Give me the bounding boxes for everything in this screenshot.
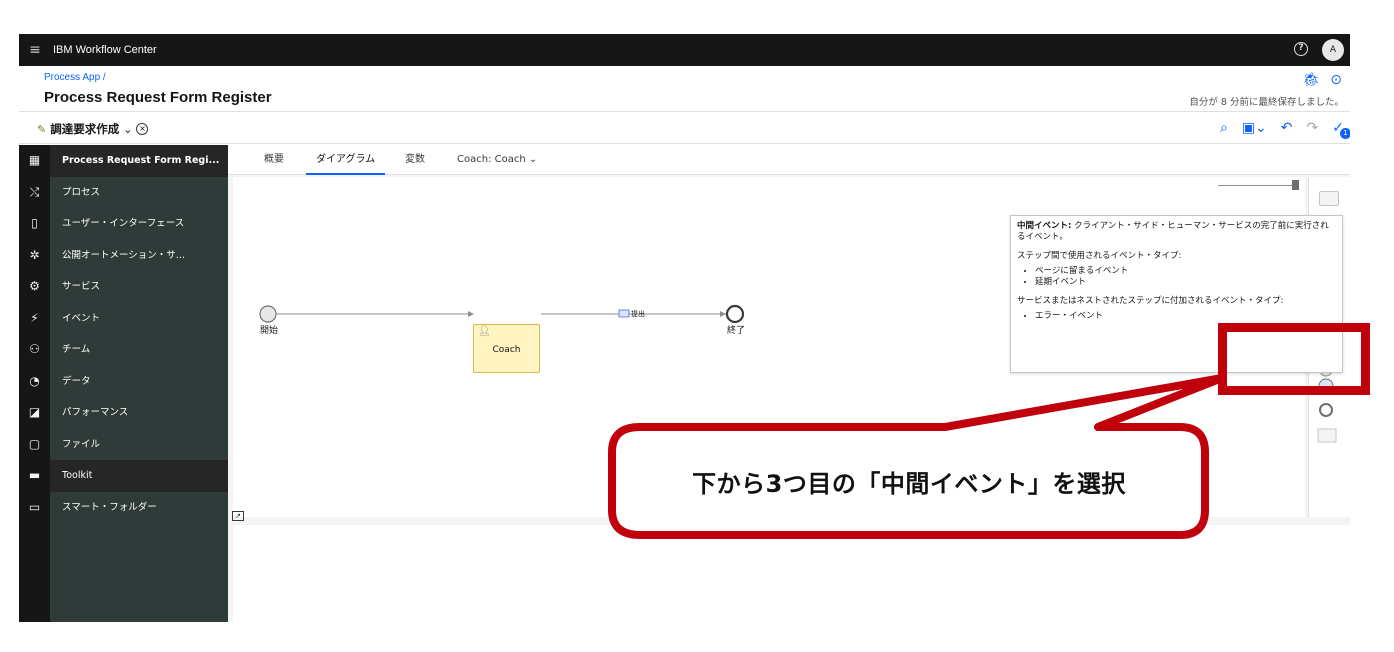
debug-icon[interactable]: 🐞︎ — [1302, 72, 1320, 88]
tab-variables[interactable]: 変数 — [405, 145, 425, 175]
tooltip-step-item: 延期イベント — [1035, 277, 1336, 288]
chevron-down-icon: ⌄ — [528, 154, 538, 165]
folder-icon[interactable]: ▭ — [19, 492, 50, 524]
validation-icon[interactable]: ✓ 1 — [1332, 120, 1350, 139]
submit-label: 提出 — [631, 310, 645, 318]
team-icon[interactable]: ⚇ — [19, 334, 50, 366]
library-nav: Process Request Form Regi... プロセス ユーザー・イ… — [50, 145, 228, 622]
nav-item-data[interactable]: データ — [50, 366, 228, 398]
start-event[interactable] — [259, 305, 277, 323]
callout-text: 下から3つ目の「中間イベント」を選択 — [692, 469, 1126, 498]
save-status: 自分が 8 分前に最終保存しました。 — [1189, 97, 1344, 108]
user-icon: 👤︎ — [478, 326, 491, 337]
avatar[interactable]: A — [1322, 39, 1344, 61]
nav-item-process[interactable]: プロセス — [50, 177, 228, 209]
undo-icon[interactable]: ↶ — [1281, 120, 1293, 136]
help-icon[interactable]: ? — [1294, 42, 1308, 56]
redo-icon[interactable]: ↷ — [1307, 120, 1319, 136]
tooltip-title: 中間イベント: — [1017, 221, 1072, 231]
search-icon[interactable]: ⌕ — [1220, 120, 1228, 136]
flow-arrow — [468, 311, 474, 317]
expand-icon[interactable]: ↗ — [232, 511, 244, 521]
nav-item-automation[interactable]: 公開オートメーション・サ... — [50, 240, 228, 272]
properties-panel — [233, 525, 1350, 622]
toolkit-icon[interactable]: ▬ — [19, 460, 50, 492]
chevron-down-icon[interactable]: ⌄ — [123, 123, 132, 136]
tab-coach-label: Coach: Coach — [457, 154, 526, 165]
process-leaf-icon: ✎ — [37, 122, 47, 136]
top-bar: ≡ IBM Workflow Center ? A — [19, 34, 1350, 66]
tab-coach[interactable]: Coach: Coach ⌄ — [457, 145, 537, 175]
flow-arrow — [720, 311, 726, 317]
process-name: 調達要求作成 — [50, 122, 120, 136]
nav-item-smart-folders[interactable]: スマート・フォルダー — [50, 492, 228, 524]
end-event[interactable] — [725, 304, 745, 324]
nav-item-events[interactable]: イベント — [50, 303, 228, 335]
nav-item-app[interactable]: Process Request Form Regi... — [50, 145, 228, 177]
submit-button-icon — [618, 309, 630, 318]
nav-item-performance[interactable]: パフォーマンス — [50, 397, 228, 429]
editor-toolbar: ✎ 調達要求作成 ⌄ × ⌕ ▣⌄ ↶ ↷ ✓ 1 — [19, 113, 1350, 144]
icon-rail: ▦ ⤭ ▯ ✲ ⚙ ⚡ ⚇ ◔ ◪ ▢ ▬ ▭ — [19, 145, 50, 622]
performance-icon[interactable]: ◪ — [19, 397, 50, 429]
coach-node[interactable]: 👤︎ Coach — [473, 324, 540, 373]
tooltip-attach-item: エラー・イベント — [1035, 311, 1336, 322]
nav-item-files[interactable]: ファイル — [50, 429, 228, 461]
page-header: Process App / Process Request Form Regis… — [19, 66, 1350, 112]
process-selector[interactable]: ✎ 調達要求作成 ⌄ × — [37, 121, 149, 137]
nav-item-services[interactable]: サービス — [50, 271, 228, 303]
page-title: Process Request Form Register — [44, 89, 272, 106]
end-label: 終了 — [727, 326, 746, 336]
app-title: IBM Workflow Center — [53, 44, 157, 56]
editor-tabs: 概要 ダイアグラム 変数 Coach: Coach ⌄ — [228, 145, 1350, 175]
close-icon[interactable]: × — [136, 123, 149, 135]
palette-note-icon[interactable] — [1317, 428, 1337, 443]
tooltip-step-item: ページに留まるイベント — [1035, 266, 1336, 277]
coach-label: Coach — [492, 345, 521, 355]
tab-overview[interactable]: 概要 — [264, 145, 284, 175]
process-icon[interactable]: ⤭ — [19, 177, 50, 209]
mobile-icon[interactable]: ▯ — [19, 208, 50, 240]
hamburger-menu-icon[interactable]: ≡ — [19, 42, 51, 58]
event-icon[interactable]: ⚡ — [19, 303, 50, 335]
dashboard-icon[interactable]: ▦ — [19, 145, 50, 177]
gear-icon[interactable]: ⚙ — [19, 271, 50, 303]
tab-diagram[interactable]: ダイアグラム — [306, 145, 386, 175]
nav-item-toolkit[interactable]: Toolkit — [50, 460, 228, 492]
snapshot-icon[interactable]: ▣⌄ — [1242, 120, 1267, 136]
start-label: 開始 — [260, 326, 279, 336]
nav-item-teams[interactable]: チーム — [50, 334, 228, 366]
breadcrumb[interactable]: Process App / — [44, 72, 106, 83]
run-icon[interactable]: ⊙ — [1330, 72, 1342, 88]
automation-icon[interactable]: ✲ — [19, 240, 50, 272]
palette-end-event-icon[interactable] — [1319, 403, 1333, 417]
highlight-box — [1218, 323, 1370, 395]
tooltip-step-heading: ステップ間で使用されるイベント・タイプ: — [1017, 251, 1182, 261]
tooltip-attach-heading: サービスまたはネストされたステップに付加されるイベント・タイプ: — [1017, 296, 1284, 306]
nav-item-ui[interactable]: ユーザー・インターフェース — [50, 208, 228, 240]
data-icon[interactable]: ◔ — [19, 366, 50, 398]
file-icon[interactable]: ▢ — [19, 429, 50, 461]
